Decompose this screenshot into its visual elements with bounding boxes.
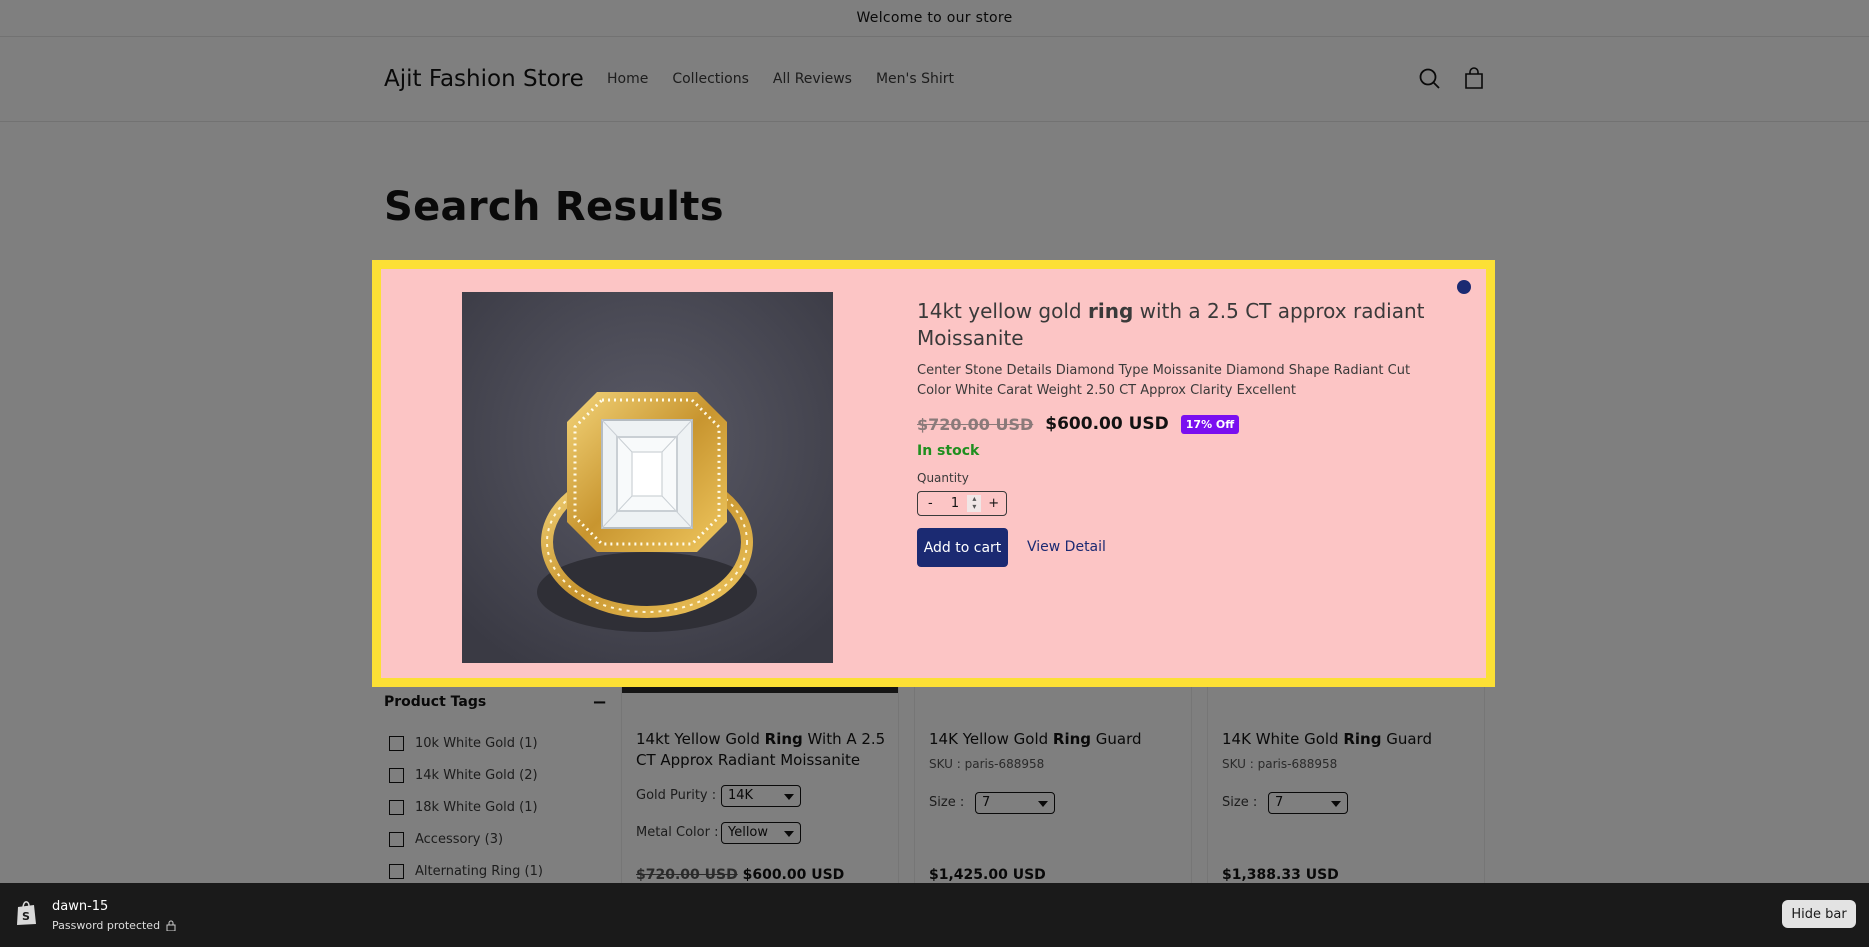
quickview-prices: $720.00 USD $600.00 USD 17% Off (917, 414, 1240, 434)
close-icon[interactable] (1457, 280, 1471, 294)
sale-price: $600.00 USD (1045, 414, 1169, 434)
ring-product-image (462, 292, 833, 663)
quantity-spin-icon[interactable]: ▴ ▾ (967, 495, 982, 512)
preview-admin-bar: S dawn-15 Password protected Hide bar (0, 883, 1869, 947)
quick-view-modal: 14kt yellow gold ring with a 2.5 CT appr… (372, 260, 1495, 687)
lock-icon (166, 920, 176, 931)
quantity-minus-button[interactable]: - (918, 496, 943, 511)
add-to-cart-button[interactable]: Add to cart (917, 528, 1008, 567)
compare-price: $720.00 USD (917, 414, 1034, 434)
quickview-description: Center Stone Details Diamond Type Moissa… (917, 363, 1411, 398)
view-detail-link[interactable]: View Detail (1027, 539, 1106, 555)
password-status: Password protected (52, 919, 176, 932)
shopify-bag-icon: S (17, 901, 36, 925)
quantity-stepper[interactable]: - 1 ▴ ▾ + (917, 491, 1007, 516)
quickview-title: 14kt yellow gold ring with a 2.5 CT appr… (917, 299, 1425, 350)
svg-text:S: S (22, 910, 30, 923)
hide-bar-button[interactable]: Hide bar (1782, 900, 1856, 928)
stock-status: In stock (917, 443, 980, 459)
theme-name: dawn-15 (52, 899, 109, 914)
quantity-plus-button[interactable]: + (981, 496, 1006, 511)
quantity-label: Quantity (917, 471, 969, 485)
discount-badge: 17% Off (1180, 414, 1240, 434)
quantity-input[interactable]: 1 (943, 496, 968, 511)
